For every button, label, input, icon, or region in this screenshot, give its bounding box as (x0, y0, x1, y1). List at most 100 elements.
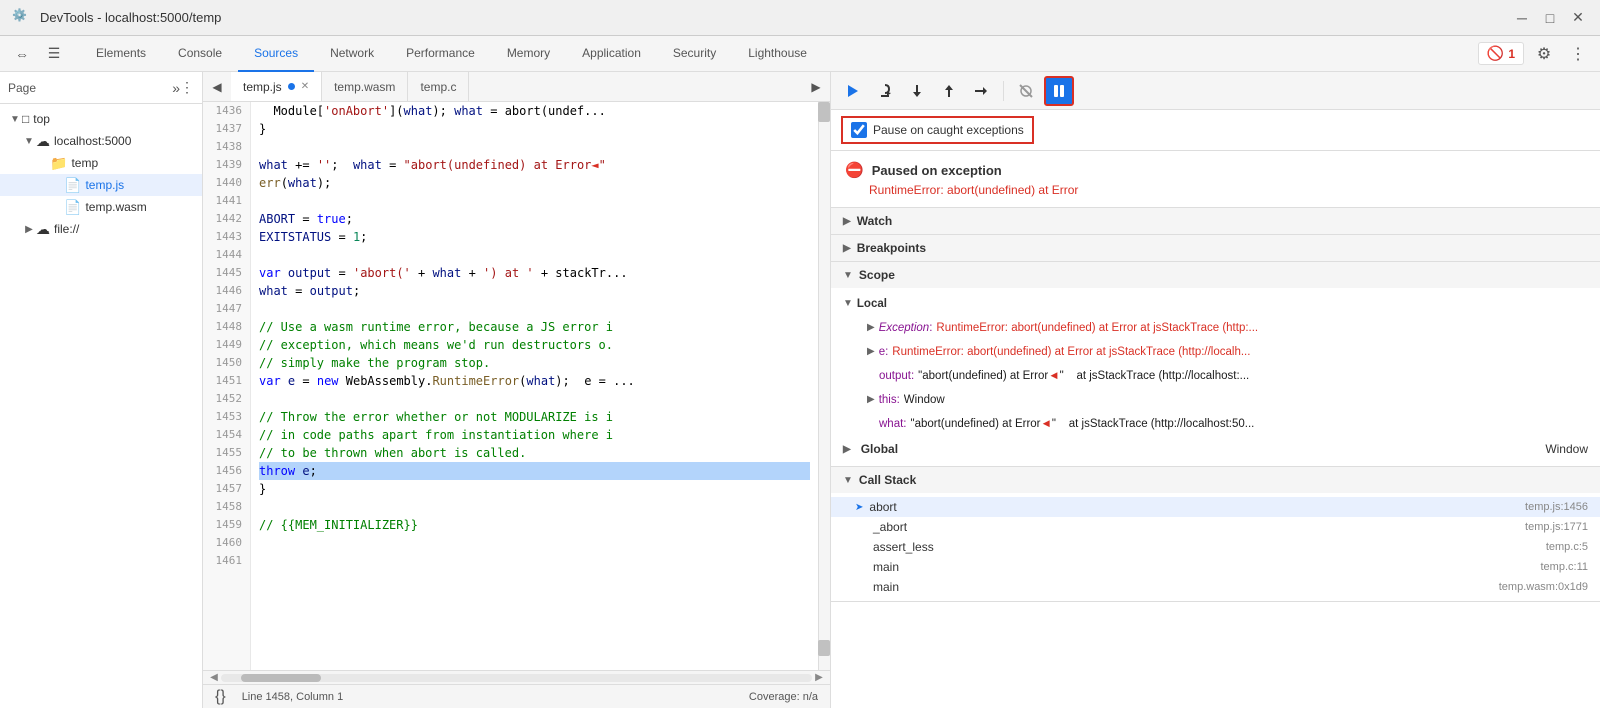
code-line-1452 (259, 390, 810, 408)
tree-label-localhost: localhost:5000 (54, 134, 131, 148)
tree-item-temp-folder[interactable]: 📁 temp (0, 152, 202, 174)
callstack-main-c11[interactable]: main temp.c:11 (831, 557, 1600, 577)
pause-caught-checkbox[interactable] (851, 122, 867, 138)
callstack-assert_less[interactable]: assert_less temp.c:5 (831, 537, 1600, 557)
scope-section: ▼ Scope ▼ Local ▶ Exception: RuntimeErro… (831, 262, 1600, 467)
code-line-1456: throw e; (259, 462, 810, 480)
global-row[interactable]: ▶ Global Window (831, 436, 1600, 462)
more-options-button[interactable]: ⋮ (1564, 40, 1592, 68)
code-lines[interactable]: Module['onAbort'](what); what = abort(un… (251, 102, 818, 670)
step-out-button[interactable] (935, 77, 963, 105)
tree-item-temp-js[interactable]: 📄 temp.js (0, 174, 202, 196)
titlebar: ⚙️ DevTools - localhost:5000/temp ─ □ ✕ (0, 0, 1600, 36)
code-line-1447 (259, 300, 810, 318)
vertical-scrollbar[interactable] (818, 102, 830, 670)
code-line-1443: EXITSTATUS = 1; (259, 228, 810, 246)
maximize-button[interactable]: □ (1540, 8, 1560, 28)
step-into-button[interactable] (903, 77, 931, 105)
code-view[interactable]: 1436 1437 1438 1439 1440 1441 1442 1443 … (203, 102, 830, 670)
minimize-button[interactable]: ─ (1512, 8, 1532, 28)
format-button[interactable]: {} (215, 688, 226, 706)
resume-button[interactable] (839, 77, 867, 105)
coverage-info: Coverage: n/a (749, 691, 818, 703)
sidebar-more-btn[interactable]: » (172, 80, 180, 96)
code-line-1438 (259, 138, 810, 156)
callstack-main-wasm[interactable]: main temp.wasm:0x1d9 (831, 577, 1600, 597)
drawer-icon[interactable]: ☰ (40, 40, 68, 68)
sidebar-menu-btn[interactable]: ⋮ (180, 79, 194, 96)
source-tab-tempwasm[interactable]: temp.wasm (322, 72, 408, 102)
scroll-right-arrow[interactable]: ▶ (812, 671, 826, 685)
settings-button[interactable]: ⚙ (1530, 40, 1558, 68)
window-title: DevTools - localhost:5000/temp (40, 10, 1512, 25)
pause-on-exceptions-button[interactable] (1044, 76, 1074, 106)
step-over-button[interactable] (871, 77, 899, 105)
e-key: e: (879, 342, 889, 362)
callstack-abort[interactable]: ➤ abort temp.js:1456 (831, 497, 1600, 517)
scope-what-item[interactable]: what: "abort(undefined) at Error◄" at js… (831, 412, 1600, 436)
scope-content: ▼ Local ▶ Exception: RuntimeError: abort… (831, 288, 1600, 466)
call-stack-header[interactable]: ▼ Call Stack (831, 467, 1600, 493)
error-badge[interactable]: 🚫 1 (1478, 42, 1524, 65)
scope-e-item[interactable]: ▶ e: RuntimeError: abort(undefined) at E… (831, 340, 1600, 364)
close-tab-tempjs[interactable]: ✕ (301, 81, 309, 92)
local-header[interactable]: ▼ Local (831, 292, 1600, 316)
scope-this-item[interactable]: ▶ this: Window (831, 388, 1600, 412)
tree-item-top[interactable]: ▼ □ top (0, 108, 202, 130)
tab-console[interactable]: Console (162, 36, 238, 72)
callstack-arrow-icon: ➤ (855, 502, 863, 513)
source-tab-tempjs[interactable]: temp.js ✕ (231, 72, 322, 102)
code-line-1440: err(what); (259, 174, 810, 192)
global-val: Window (1545, 442, 1588, 456)
tree-item-localhost[interactable]: ▼ ☁ localhost:5000 (0, 130, 202, 152)
tab-network[interactable]: Network (314, 36, 390, 72)
h-scroll-thumb[interactable] (241, 674, 321, 682)
source-tab-tempc[interactable]: temp.c (408, 72, 469, 102)
h-scrollbar[interactable]: ◀ ▶ (203, 670, 830, 684)
watch-section-header[interactable]: ▶ Watch (831, 208, 1600, 234)
exception-expand-icon[interactable]: ▶ (867, 318, 875, 338)
code-line-1441 (259, 192, 810, 210)
breakpoints-label: Breakpoints (857, 241, 926, 255)
code-line-1442: ABORT = true; (259, 210, 810, 228)
tab-security[interactable]: Security (657, 36, 732, 72)
run-snippet-btn[interactable]: ▶ (802, 73, 830, 101)
deactivate-breakpoints-button[interactable] (1012, 77, 1040, 105)
global-arrow-icon[interactable]: ▶ (843, 444, 851, 455)
tree-item-file[interactable]: ▶ ☁ file:// (0, 218, 202, 240)
this-expand-icon[interactable]: ▶ (867, 390, 875, 410)
scope-section-header[interactable]: ▼ Scope (831, 262, 1600, 288)
callstack-loc-abort: temp.js:1456 (1525, 501, 1588, 513)
step-button[interactable] (967, 77, 995, 105)
error-count: 1 (1508, 47, 1515, 61)
debug-toolbar (831, 72, 1600, 110)
tab-application[interactable]: Application (566, 36, 657, 72)
tab-memory[interactable]: Memory (491, 36, 566, 72)
scope-exception-item[interactable]: ▶ Exception: RuntimeError: abort(undefin… (831, 316, 1600, 340)
dock-icon[interactable]: ⇔ (8, 40, 36, 68)
scope-label: Scope (859, 268, 895, 282)
tab-elements[interactable]: Elements (80, 36, 162, 72)
breakpoints-section-header[interactable]: ▶ Breakpoints (831, 235, 1600, 261)
callstack-loc-main-wasm: temp.wasm:0x1d9 (1499, 581, 1588, 593)
tab-lighthouse[interactable]: Lighthouse (732, 36, 823, 72)
scope-output-item[interactable]: output: "abort(undefined) at Error◄" at … (831, 364, 1600, 388)
tree-item-temp-wasm[interactable]: 📄 temp.wasm (0, 196, 202, 218)
source-tab-tempjs-label: temp.js (243, 80, 282, 94)
e-val: RuntimeError: abort(undefined) at Error … (892, 342, 1588, 362)
pause-on-caught-bar: Pause on caught exceptions (831, 110, 1600, 151)
code-line-1458 (259, 498, 810, 516)
tab-sources[interactable]: Sources (238, 36, 314, 72)
scope-arrow-icon: ▼ (843, 270, 853, 281)
right-panel: Pause on caught exceptions ⛔ Paused on e… (830, 72, 1600, 708)
source-tabs-nav-btn[interactable]: ◀ (203, 73, 231, 101)
source-tab-tempc-label: temp.c (420, 80, 456, 94)
scroll-left-arrow[interactable]: ◀ (207, 671, 221, 685)
callstack-_abort[interactable]: _abort temp.js:1771 (831, 517, 1600, 537)
panel-scroll[interactable]: ⛔ Paused on exception RuntimeError: abor… (831, 151, 1600, 708)
e-expand-icon[interactable]: ▶ (867, 342, 875, 362)
file-icon-temp-wasm: 📄 (64, 199, 81, 216)
tab-performance[interactable]: Performance (390, 36, 491, 72)
close-button[interactable]: ✕ (1568, 8, 1588, 28)
devtools-icon: ⚙️ (12, 8, 32, 28)
